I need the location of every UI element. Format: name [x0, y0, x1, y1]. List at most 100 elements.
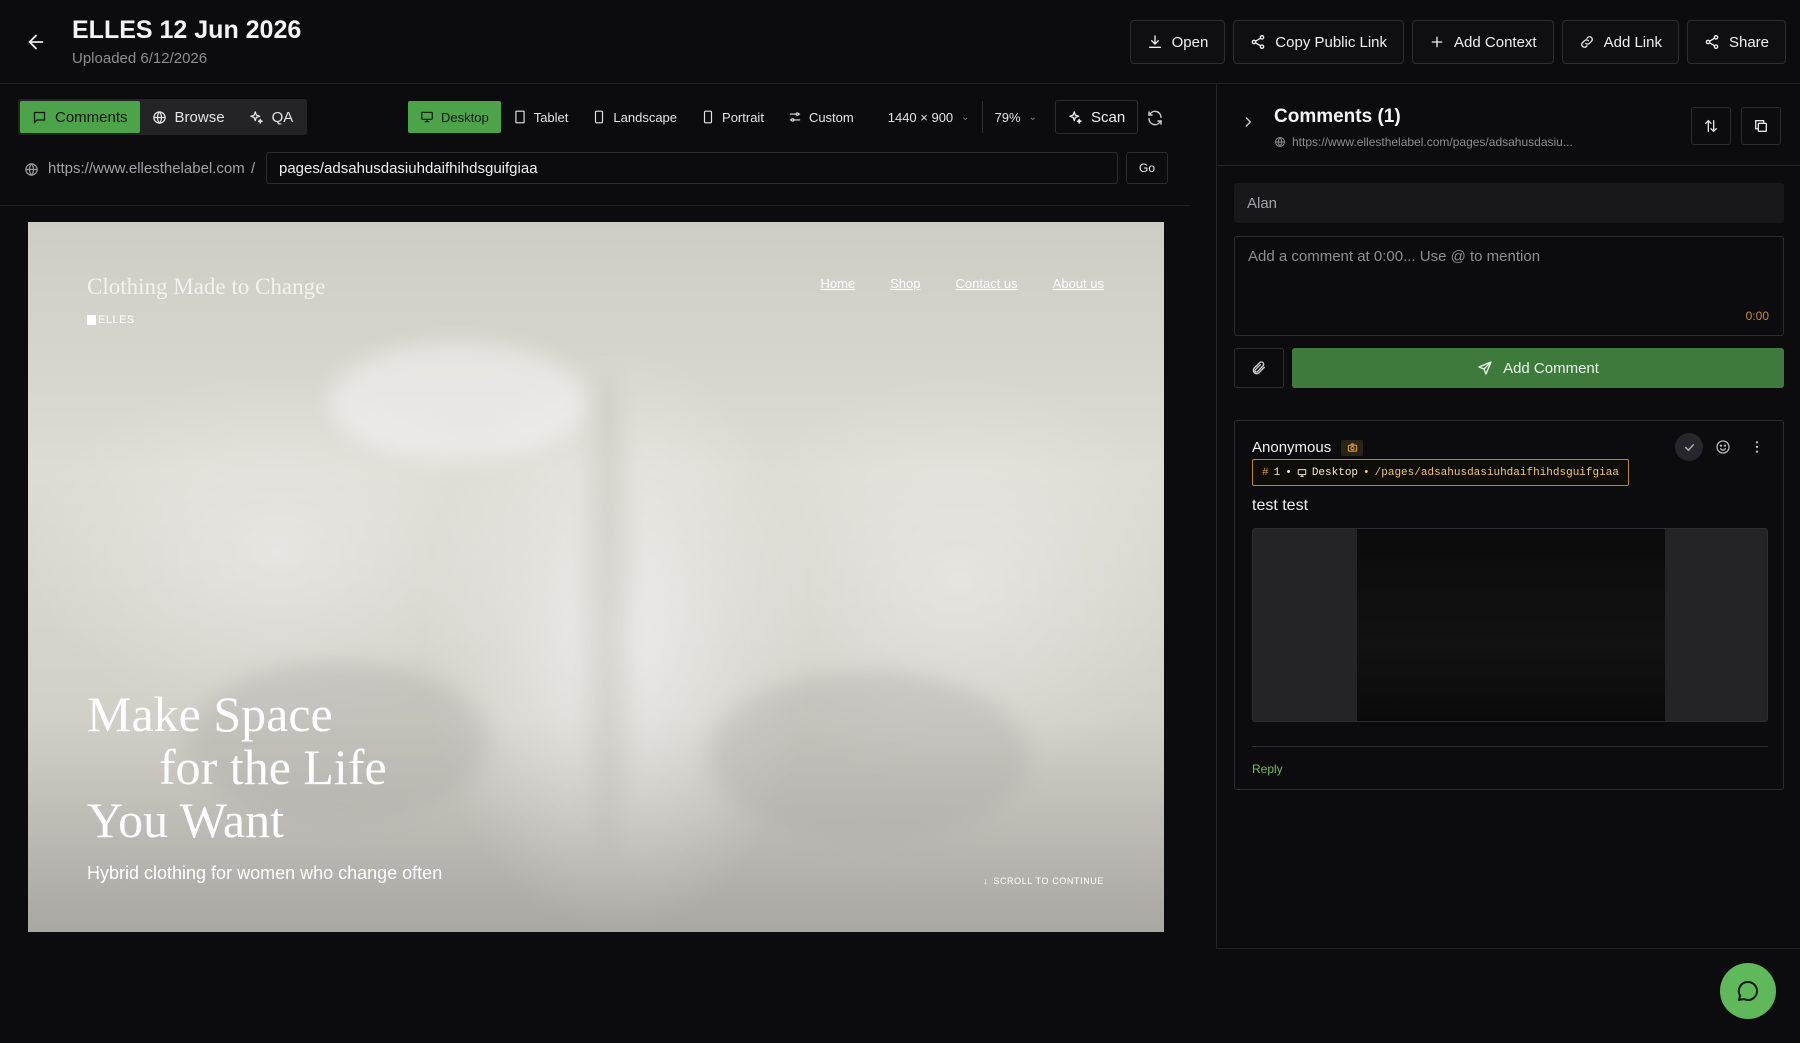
- share-button[interactable]: Share: [1686, 20, 1786, 64]
- copy-button[interactable]: [1741, 107, 1781, 145]
- comments-url: https://www.ellesthelabel.com/pages/adsa…: [1274, 135, 1573, 149]
- site-nav-shop[interactable]: Shop: [890, 276, 920, 291]
- comments-mode-button[interactable]: Comments: [20, 101, 140, 133]
- logo-text: ELLES: [98, 314, 135, 326]
- site-nav-about[interactable]: About us: [1053, 276, 1104, 291]
- portrait-device-button[interactable]: Portrait: [689, 101, 776, 133]
- add-context-label: Add Context: [1454, 33, 1537, 51]
- copy-public-link-button[interactable]: Copy Public Link: [1233, 20, 1405, 64]
- hero-heading: Make Space for the Life You Want: [87, 688, 387, 847]
- comments-mode-label: Comments: [55, 108, 128, 126]
- comment-device: Desktop: [1311, 466, 1359, 479]
- scroll-cue[interactable]: ↓ SCROLL TO CONTINUE: [983, 876, 1104, 886]
- custom-device-button[interactable]: Custom: [776, 101, 866, 133]
- comment-textarea[interactable]: [1235, 237, 1783, 335]
- url-path-input[interactable]: [266, 152, 1118, 184]
- camera-icon: [1341, 439, 1364, 456]
- header: ELLES 12 Jun 2026 Uploaded 6/12/2026 Ope…: [0, 0, 1800, 84]
- logo-mark: [87, 315, 96, 325]
- comments-panel: Comments (1) https://www.ellesthelabel.c…: [1216, 84, 1800, 949]
- comment-icon: [32, 110, 47, 125]
- scan-button[interactable]: Scan: [1055, 100, 1139, 134]
- monitor-icon: [420, 110, 434, 124]
- add-context-button[interactable]: Add Context: [1412, 20, 1554, 64]
- chat-fab-button[interactable]: [1720, 963, 1776, 1019]
- sort-button[interactable]: [1691, 107, 1731, 145]
- comment-author: Anonymous: [1252, 439, 1364, 456]
- chevron-right-icon[interactable]: [1241, 115, 1255, 129]
- sliders-icon: [788, 110, 802, 124]
- device-switcher: Desktop Tablet Landscape Portrait Custom…: [408, 99, 1049, 135]
- comment-screenshot-attachment[interactable]: [1252, 528, 1768, 722]
- hash-icon: #: [1262, 466, 1269, 479]
- landscape-device-button[interactable]: Landscape: [580, 101, 689, 133]
- comment-path: /pages/adsahusdasiuhdaifhihdsguifgiaa: [1374, 466, 1619, 479]
- site-nav-home[interactable]: Home: [820, 276, 855, 291]
- chevron-down-icon: ⌄: [961, 111, 970, 123]
- globe-icon: [24, 162, 39, 177]
- reply-button[interactable]: Reply: [1252, 762, 1283, 776]
- globe-icon: [152, 110, 167, 125]
- tablet-device-button[interactable]: Tablet: [501, 101, 581, 133]
- comment-number: 1: [1273, 466, 1281, 479]
- download-icon: [1147, 34, 1163, 50]
- url-separator: /: [251, 160, 256, 177]
- chevron-down-icon: ⌄: [1028, 111, 1037, 123]
- resolution-select[interactable]: 1440 × 900 ⌄: [876, 101, 982, 133]
- comment-composer: 0:00: [1234, 236, 1784, 336]
- qa-mode-button[interactable]: QA: [237, 101, 306, 133]
- add-link-button[interactable]: Add Link: [1561, 20, 1679, 64]
- author-name-input[interactable]: [1234, 183, 1784, 223]
- share-nodes-icon: [1704, 34, 1720, 50]
- open-button[interactable]: Open: [1129, 20, 1226, 64]
- resolution-value: 1440 × 900: [887, 109, 954, 125]
- custom-device-label: Custom: [808, 109, 854, 125]
- add-comment-button[interactable]: Add Comment: [1292, 348, 1784, 388]
- zoom-select[interactable]: 79% ⌄: [981, 101, 1049, 133]
- globe-icon: [1274, 136, 1286, 148]
- copy-public-link-label: Copy Public Link: [1275, 33, 1388, 51]
- comment-actions: [1675, 433, 1771, 461]
- site-logo[interactable]: ELLES: [87, 314, 135, 326]
- mode-switcher: Comments Browse QA: [18, 99, 308, 135]
- toolbar: Comments Browse QA Desktop Tablet Landsc…: [0, 84, 1200, 150]
- sparkles-icon: [249, 110, 264, 125]
- scan-label: Scan: [1091, 108, 1126, 126]
- arrow-down-icon: ↓: [983, 876, 989, 886]
- smiley-icon: [1715, 439, 1731, 455]
- attach-button[interactable]: [1234, 348, 1284, 388]
- tablet-icon: [513, 110, 527, 124]
- react-button[interactable]: [1709, 433, 1737, 461]
- chat-bubble-icon: [1736, 979, 1760, 1003]
- send-icon: [1477, 360, 1493, 376]
- comment-location-tag[interactable]: # 1 • Desktop • /pages/adsahusdasiuhdaif…: [1252, 459, 1629, 486]
- phone-icon: [701, 110, 715, 124]
- browse-mode-button[interactable]: Browse: [140, 101, 237, 133]
- hero-line: You Want: [87, 792, 284, 848]
- sparkles-icon: [1068, 110, 1083, 125]
- comment-body: test test: [1252, 497, 1309, 514]
- separator-dot: •: [1285, 466, 1292, 479]
- site-nav-contact[interactable]: Contact us: [956, 276, 1018, 291]
- paperclip-icon: [1251, 360, 1267, 376]
- phone-icon: [592, 110, 606, 124]
- desktop-device-label: Desktop: [441, 109, 489, 125]
- open-label: Open: [1171, 33, 1209, 51]
- add-link-label: Add Link: [1603, 33, 1662, 51]
- resolve-button[interactable]: [1675, 433, 1703, 461]
- go-button[interactable]: Go: [1126, 152, 1168, 184]
- back-arrow-icon[interactable]: [22, 28, 50, 56]
- scroll-cue-label: SCROLL TO CONTINUE: [993, 876, 1104, 886]
- site-preview[interactable]: Clothing Made to Change ELLES Home Shop …: [28, 222, 1164, 932]
- add-comment-label: Add Comment: [1503, 359, 1599, 377]
- desktop-device-button[interactable]: Desktop: [408, 101, 501, 133]
- more-options-button[interactable]: [1743, 433, 1771, 461]
- timecode: 0:00: [1745, 309, 1769, 323]
- site-nav: Home Shop Contact us About us: [820, 276, 1104, 291]
- qa-mode-label: QA: [271, 108, 294, 126]
- comments-title: Comments (1): [1274, 106, 1401, 127]
- landscape-device-label: Landscape: [613, 109, 678, 125]
- refresh-icon[interactable]: [1144, 107, 1166, 129]
- page-title: ELLES 12 Jun 2026: [72, 16, 302, 44]
- hero-subheading: Hybrid clothing for women who change oft…: [87, 863, 443, 883]
